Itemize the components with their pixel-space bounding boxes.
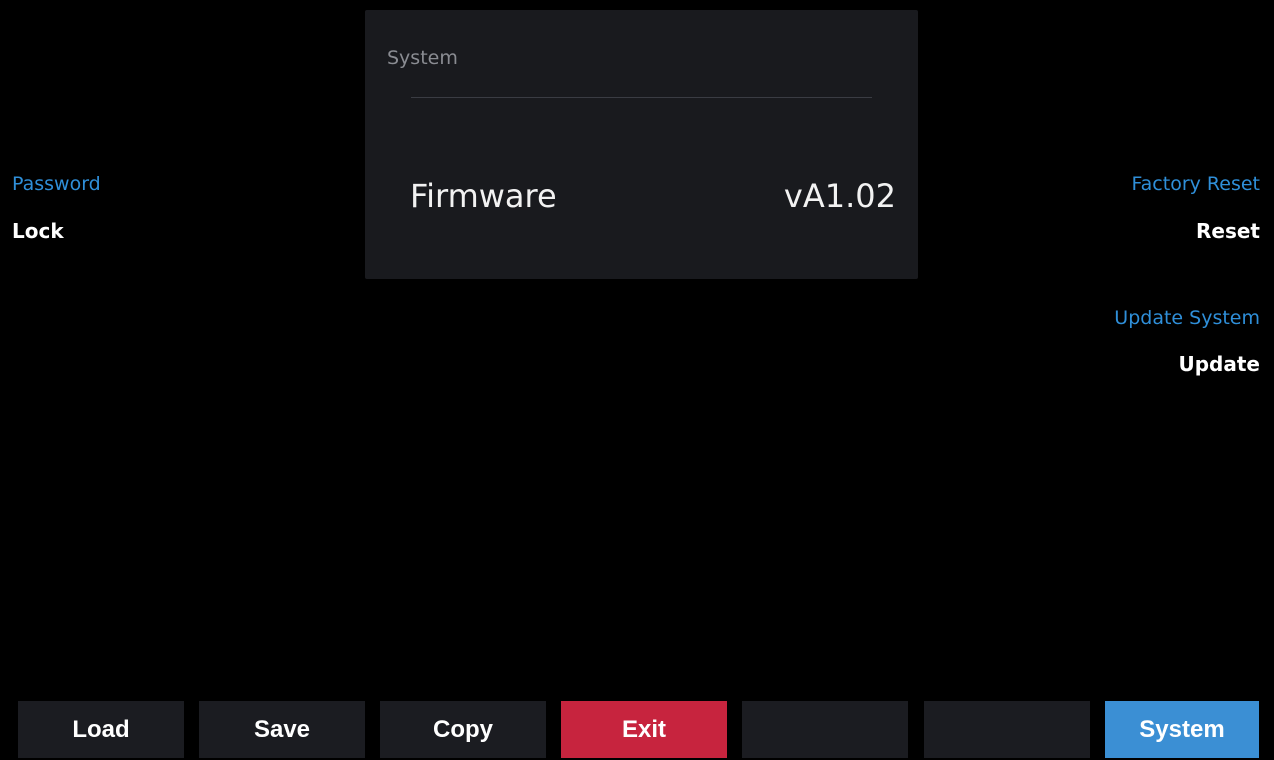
system-info-panel: System Firmware vA1.02 [365, 10, 918, 279]
factory-reset-label: Factory Reset [1131, 173, 1260, 195]
save-button[interactable]: Save [199, 701, 365, 758]
firmware-label: Firmware [410, 177, 557, 215]
blank-softkey-1[interactable] [742, 701, 908, 758]
load-button[interactable]: Load [18, 701, 184, 758]
system-tab-button[interactable]: System [1105, 701, 1259, 758]
softkey-bar: Load Save Copy Exit System [18, 701, 1259, 758]
update-button[interactable]: Update [1179, 352, 1261, 376]
copy-button[interactable]: Copy [380, 701, 546, 758]
update-system-label: Update System [1114, 307, 1260, 329]
panel-title: System [387, 47, 458, 69]
panel-divider [411, 97, 872, 98]
blank-softkey-2[interactable] [924, 701, 1090, 758]
firmware-version: vA1.02 [783, 177, 896, 215]
exit-button[interactable]: Exit [561, 701, 727, 758]
password-label: Password [12, 173, 101, 195]
reset-button[interactable]: Reset [1196, 219, 1260, 243]
lock-button[interactable]: Lock [12, 219, 64, 243]
